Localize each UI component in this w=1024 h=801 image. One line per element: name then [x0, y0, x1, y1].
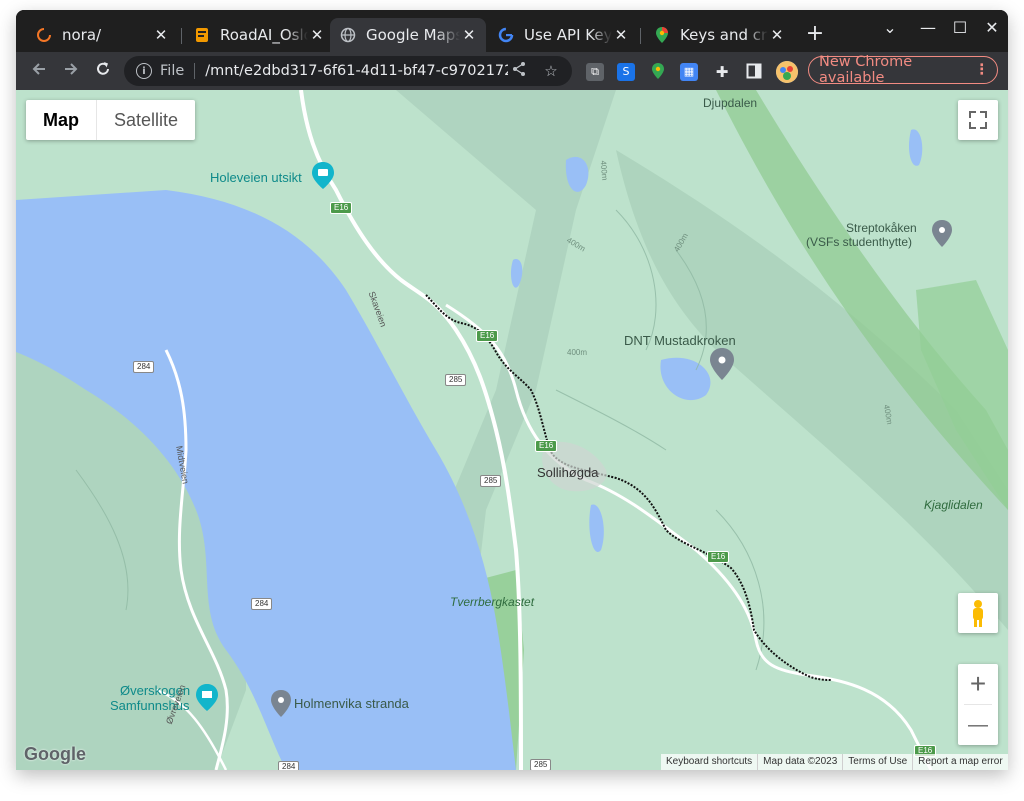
- side-panel-icon[interactable]: [745, 63, 763, 81]
- new-chrome-available-button[interactable]: New Chrome available ⋮: [808, 54, 998, 86]
- road-shield-e16: E16: [707, 551, 730, 563]
- reload-button[interactable]: [92, 60, 114, 82]
- close-icon[interactable]: ✕: [612, 26, 630, 44]
- loading-spinner-icon: [36, 27, 52, 43]
- maximize-icon[interactable]: ☐: [946, 18, 974, 37]
- road-shield-284: 284: [278, 761, 300, 770]
- tab-roadai[interactable]: RoadAI_Oslo ✕: [184, 18, 334, 52]
- zoom-in-button[interactable]: +: [958, 664, 998, 704]
- forward-button[interactable]: [60, 60, 82, 82]
- keyboard-shortcuts-link[interactable]: Keyboard shortcuts: [661, 754, 757, 770]
- tab-label: Google Maps: [366, 26, 460, 44]
- info-icon[interactable]: i: [136, 63, 152, 79]
- minimize-icon[interactable]: —: [914, 18, 942, 37]
- place-label-tverrbergkastet[interactable]: Tverrbergkastet: [450, 595, 534, 609]
- extension-calendar-icon[interactable]: ▦: [680, 63, 698, 81]
- pegman-icon: [973, 600, 983, 627]
- share-icon[interactable]: [508, 61, 530, 81]
- tab-label: Use API Keys: [524, 26, 612, 44]
- place-label-sollihogda[interactable]: Sollihøgda: [537, 465, 598, 480]
- contour-label: 400m: [598, 160, 610, 181]
- place-label-vsfs[interactable]: (VSFs studenthytte): [806, 235, 912, 249]
- place-label-dnt[interactable]: DNT Mustadkroken: [624, 333, 736, 348]
- forward-arrow-icon: [65, 63, 78, 75]
- extension-maps-pin-icon[interactable]: [649, 63, 667, 81]
- close-icon[interactable]: ✕: [768, 26, 786, 44]
- close-icon[interactable]: ✕: [152, 26, 170, 44]
- address-bar[interactable]: i File /mnt/e2dbd317-6f61-4d11-bf47-c970…: [124, 56, 572, 86]
- new-tab-button[interactable]: +: [802, 22, 828, 48]
- url-scheme: File: [160, 63, 196, 79]
- road-shield-285: 285: [530, 759, 552, 770]
- map-type-map-button[interactable]: Map: [26, 100, 97, 140]
- close-icon[interactable]: ✕: [460, 26, 478, 44]
- map-data-attribution: Map data ©2023: [757, 754, 842, 770]
- bookmark-star-icon[interactable]: ☆: [540, 62, 562, 80]
- extension-translate-icon[interactable]: ⧉: [586, 63, 604, 81]
- tab-label: nora/: [62, 26, 102, 44]
- road-shield-285: 285: [480, 475, 502, 487]
- road-shield-284: 284: [251, 598, 273, 610]
- maps-pin-icon: [654, 27, 670, 43]
- tab-separator: [640, 28, 641, 44]
- road-shield-e16: E16: [535, 440, 558, 452]
- place-label-djupdalen[interactable]: Djupdalen: [703, 96, 757, 110]
- place-label-holmenvika[interactable]: Holmenvika stranda: [294, 696, 409, 711]
- fullscreen-button[interactable]: [958, 100, 998, 140]
- tab-nora[interactable]: nora/ ✕: [26, 18, 178, 52]
- tab-strip: nora/ ✕ RoadAI_Oslo ✕ Google Maps ✕ Use …: [16, 10, 1008, 52]
- tab-search-dropdown-icon[interactable]: ⌄: [876, 18, 904, 37]
- browser-toolbar: i File /mnt/e2dbd317-6f61-4d11-bf47-c970…: [16, 52, 1008, 90]
- tab-label: Keys and credentials: [680, 26, 768, 44]
- globe-icon: [340, 27, 356, 43]
- road-shield-e16: E16: [476, 330, 499, 342]
- tab-separator: [181, 28, 182, 44]
- place-label-kjaglidalen[interactable]: Kjaglidalen: [924, 498, 983, 512]
- map-canvas[interactable]: [16, 90, 1008, 770]
- street-view-pegman-button[interactable]: [958, 593, 998, 633]
- more-menu-icon[interactable]: ⋮: [975, 62, 990, 78]
- browser-window: nora/ ✕ RoadAI_Oslo ✕ Google Maps ✕ Use …: [16, 10, 1008, 770]
- road-shield-e16: E16: [330, 202, 353, 214]
- url-text[interactable]: /mnt/e2dbd317-6f61-4d11-bf47-c97021725b.…: [205, 63, 508, 79]
- reload-icon: [97, 62, 109, 75]
- road-shield-285: 285: [445, 374, 467, 386]
- tab-use-api-keys[interactable]: Use API Keys ✕: [488, 18, 638, 52]
- zoom-out-button[interactable]: —: [958, 705, 998, 745]
- back-arrow-icon: [32, 63, 45, 75]
- map-type-control: Map Satellite: [26, 100, 196, 140]
- contour-label: 400m: [567, 348, 588, 357]
- terms-of-use-link[interactable]: Terms of Use: [842, 754, 912, 770]
- report-map-error-link[interactable]: Report a map error: [912, 754, 1007, 770]
- close-icon[interactable]: ✕: [308, 26, 326, 44]
- update-label: New Chrome available: [819, 54, 913, 86]
- place-label-streptokaken[interactable]: Streptokåken: [846, 221, 917, 235]
- map-type-satellite-button[interactable]: Satellite: [97, 100, 195, 140]
- road-shield-284: 284: [133, 361, 155, 373]
- map-viewport[interactable]: Holeveien utsikt Djupdalen Streptokåken …: [16, 90, 1008, 770]
- map-footer: Keyboard shortcuts Map data ©2023 Terms …: [661, 754, 1008, 770]
- google-g-icon: [498, 27, 514, 43]
- tab-label: RoadAI_Oslo: [220, 26, 308, 44]
- place-label-holeveien[interactable]: Holeveien utsikt: [210, 170, 302, 185]
- window-close-icon[interactable]: ✕: [978, 18, 1006, 37]
- google-logo[interactable]: Google: [24, 744, 86, 765]
- extension-s-icon[interactable]: S: [617, 63, 635, 81]
- tab-google-maps[interactable]: Google Maps ✕: [330, 18, 486, 52]
- zoom-control: + —: [958, 664, 998, 745]
- fullscreen-icon: [969, 111, 987, 129]
- document-icon: [194, 27, 210, 43]
- profile-avatar[interactable]: [776, 61, 798, 83]
- extensions-puzzle-icon[interactable]: ✚: [713, 63, 731, 81]
- back-button[interactable]: [28, 60, 50, 82]
- tab-keys-and-credentials[interactable]: Keys and credentials ✕: [644, 18, 794, 52]
